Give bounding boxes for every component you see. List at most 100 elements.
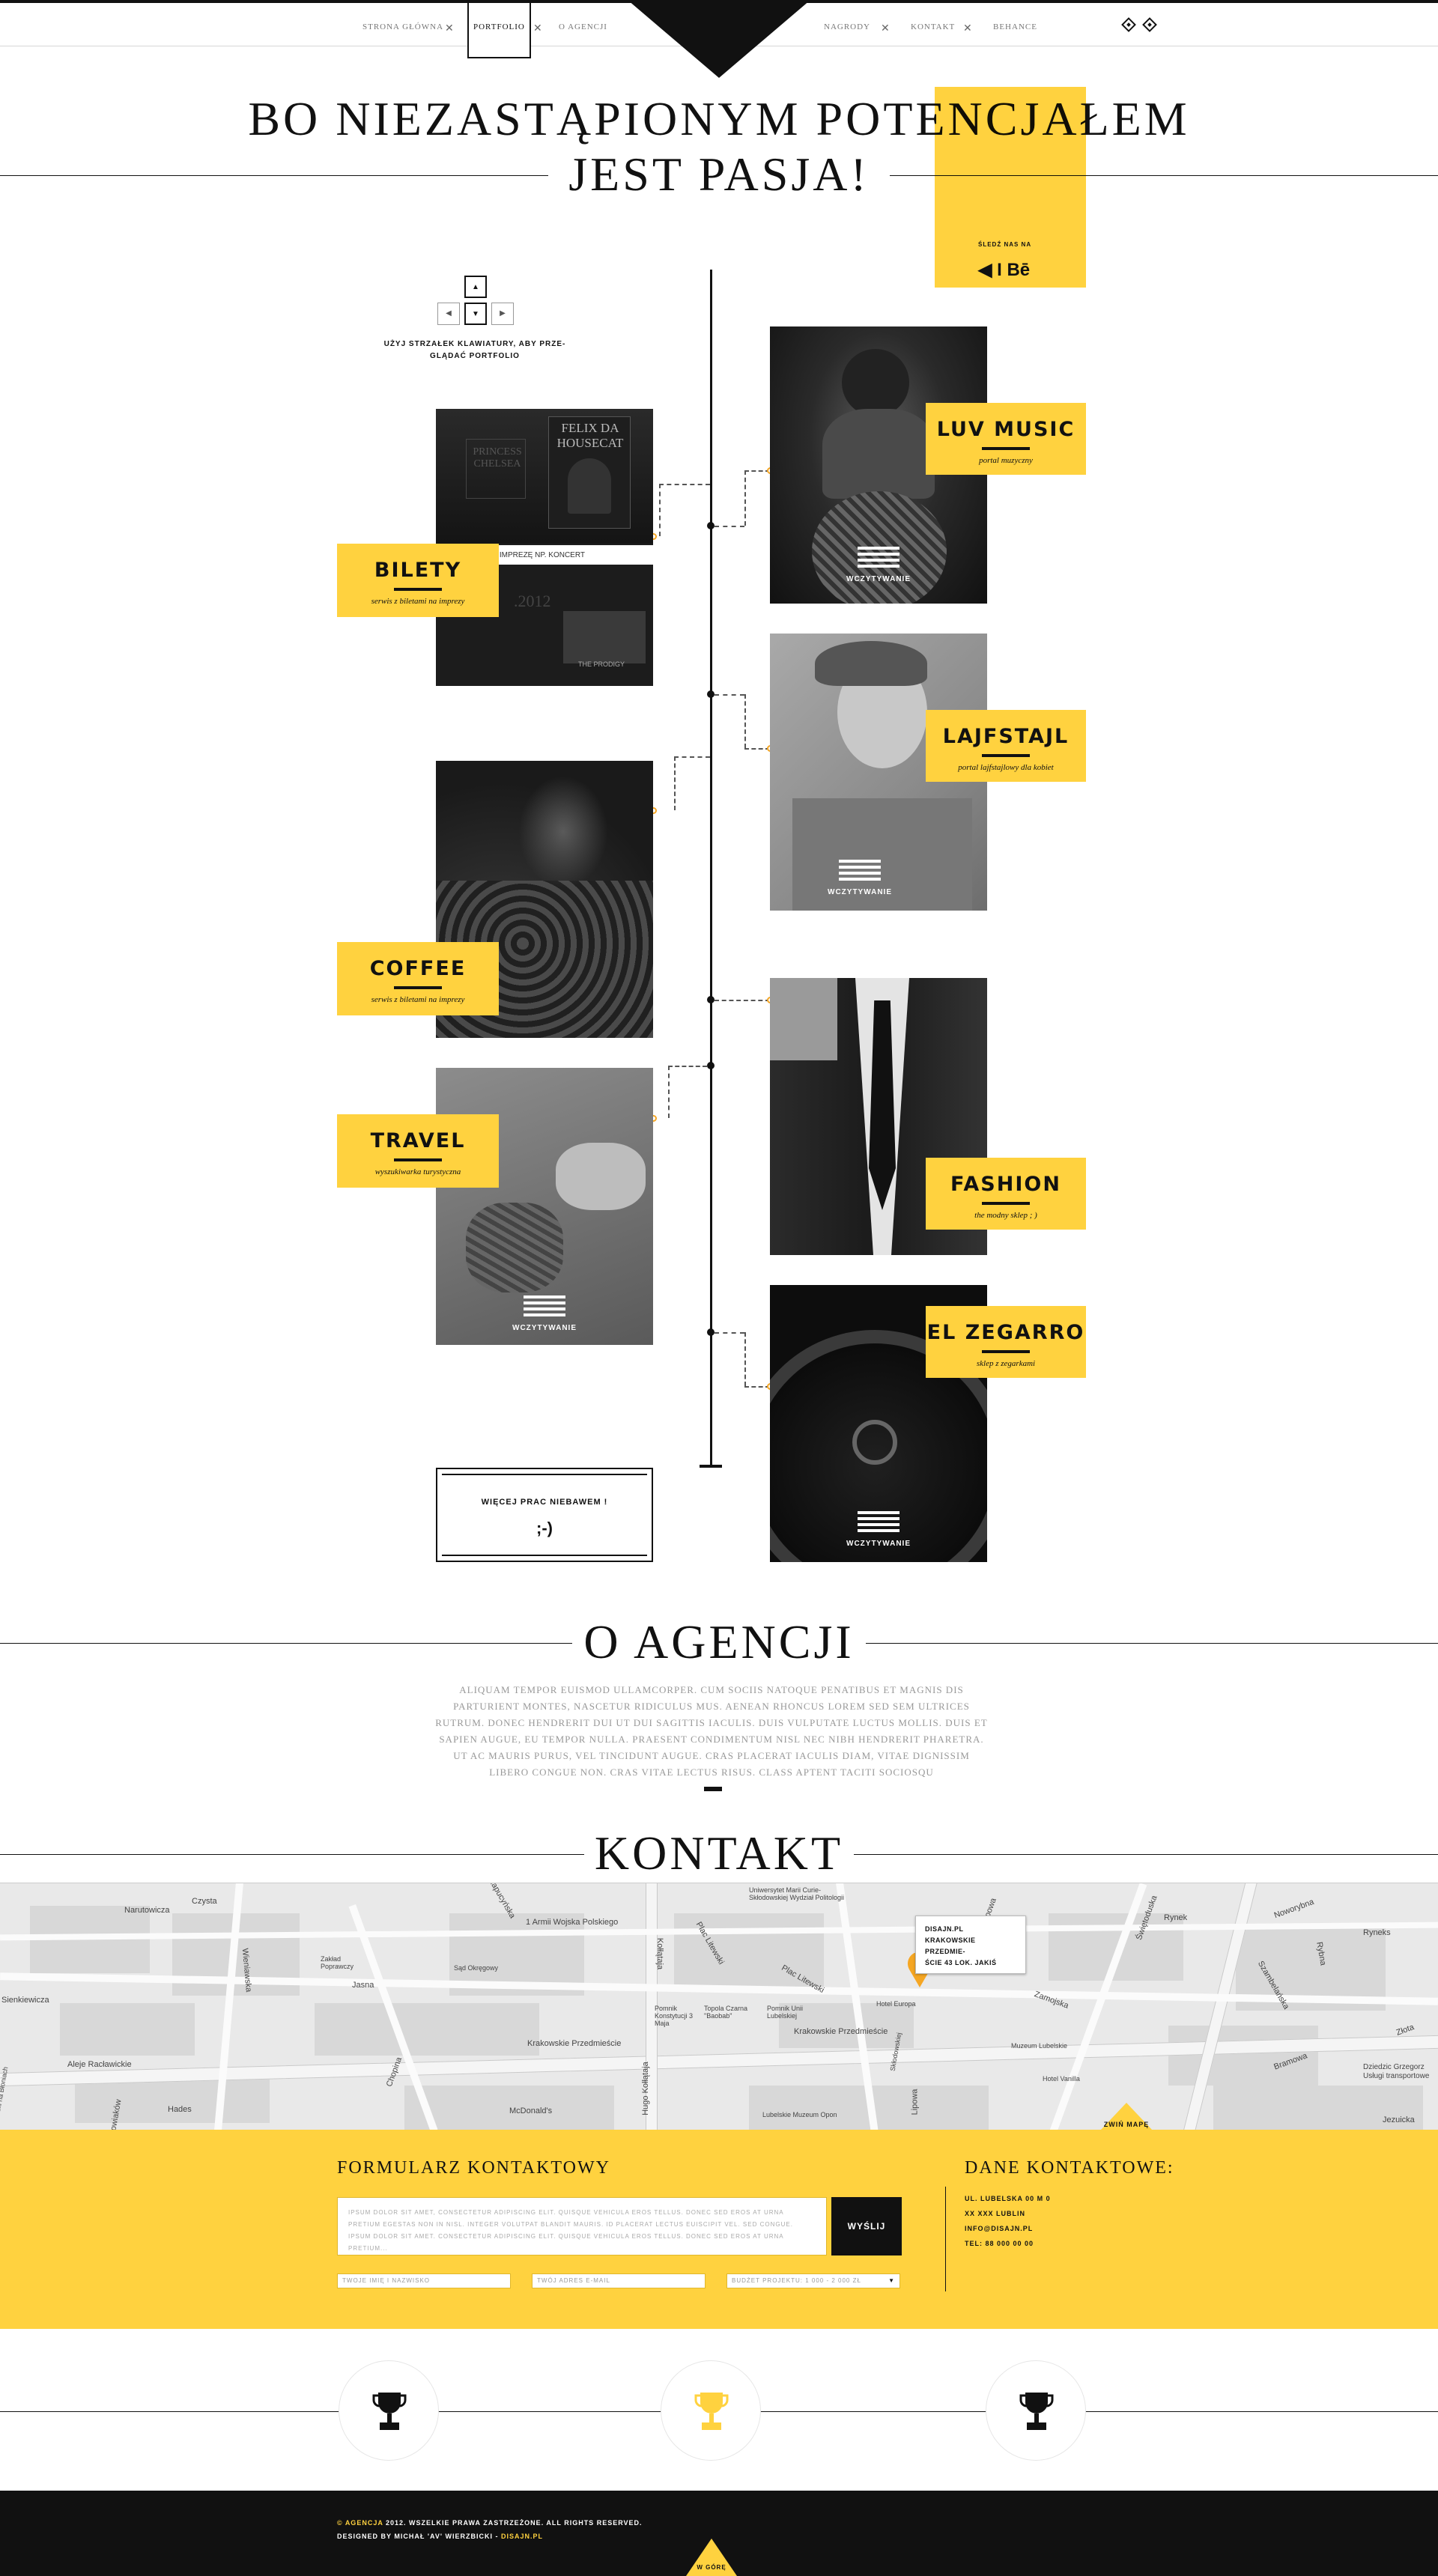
contact-divider — [945, 2187, 946, 2291]
contact-details: UL. LUBELSKA 00 M 0 XX XXX LUBLIN INFO@D… — [965, 2191, 1051, 2251]
portfolio-title: EL ZEGARRO — [926, 1321, 1085, 1344]
portfolio-subtitle: wyszukiwarka turystyczna — [374, 1167, 461, 1176]
back-to-top-label[interactable]: W GÓRĘ — [686, 2564, 737, 2571]
loading-icon — [858, 547, 899, 571]
send-button[interactable]: WYŚLIJ — [831, 2197, 902, 2255]
language-pl-icon[interactable] — [1121, 17, 1136, 32]
connector — [715, 694, 744, 696]
map-label: 1 Armii Wojska Polskiego — [526, 1918, 619, 1927]
map-block — [75, 2078, 270, 2123]
trophy-icon — [372, 2393, 407, 2430]
map-label: Sienkiewicza — [1, 1996, 49, 2005]
timeline-end — [700, 1465, 722, 1468]
label-divider — [982, 447, 1030, 450]
portfolio-subtitle: the modny sklep ; ) — [974, 1211, 1037, 1220]
connector — [674, 756, 710, 758]
message-textarea[interactable]: IPSUM DOLOR SIT AMET, CONSECTETUR ADIPIS… — [337, 2197, 827, 2255]
nav-home[interactable]: STRONA GŁÓWNA — [362, 22, 443, 33]
arrow-up-key-icon[interactable]: ▲ — [464, 276, 487, 298]
map-label: Pomnik Konstytucji 3 Maja — [655, 2005, 694, 2027]
nav-contact[interactable]: KONTAKT — [911, 22, 955, 33]
loading-indicator: WCZYTYWANIE — [834, 1511, 923, 1548]
map-label: Krakowskie Przedmieście — [527, 2039, 622, 2048]
map-label: Czysta — [192, 1897, 217, 1906]
portfolio-label-bilety[interactable]: BILETY serwis z biletami na imprezy — [337, 544, 499, 617]
map-label: Lubelskie Muzeum Opon — [762, 2111, 837, 2118]
map-label: McDonald's — [509, 2106, 553, 2115]
connector — [659, 484, 710, 485]
arrow-down-key-icon[interactable]: ▼ — [464, 303, 487, 325]
footer-agency[interactable]: AGENCJA — [345, 2519, 383, 2527]
portfolio-title: LAJFSTAJL — [942, 725, 1070, 748]
map-block — [315, 2003, 539, 2056]
contact-data-title: DANE KONTAKTOWE: — [965, 2158, 1174, 2178]
travel-hand — [556, 1143, 646, 1210]
nav-portfolio[interactable]: PORTFOLIO — [467, 3, 531, 58]
luv-music-body — [822, 409, 935, 499]
portfolio-title: LUV MUSIC — [936, 418, 1076, 441]
footer-credits: DESIGNED BY MICHAŁ 'AV' WIERZBICKI - DIS… — [337, 2533, 543, 2540]
connector — [744, 470, 746, 526]
email-input[interactable]: TWÓJ ADRES E-MAIL — [532, 2273, 706, 2288]
bilety-prodigy: THE PRODIGY — [578, 660, 625, 668]
portfolio-label-coffee[interactable]: COFFEE serwis z biletami na imprezy — [337, 942, 499, 1015]
map-label: Narutowicza — [124, 1906, 170, 1915]
map-label: Aleje Racławickie — [67, 2060, 132, 2069]
arrow-left-key-icon[interactable]: ◀ — [437, 303, 460, 325]
map[interactable]: Czysta 1 Armii Wojska Polskiego Uniwersy… — [0, 1883, 1438, 2130]
behance-icon[interactable]: ◀ I Bē — [978, 259, 1030, 281]
bilety-year: .2012 — [514, 592, 551, 610]
contact-phone: TEL: 88 000 00 00 — [965, 2240, 1034, 2247]
behance-badge[interactable] — [935, 87, 1086, 288]
award-badge[interactable] — [339, 2360, 439, 2461]
nav-separator-icon: ✕ — [445, 22, 454, 34]
timeline-node — [707, 522, 715, 529]
connector — [744, 1332, 746, 1386]
nav-behance[interactable]: BEHANCE — [993, 22, 1037, 33]
map-label: Pomnik Unii Lubelskiej — [767, 2005, 804, 2020]
budget-value: BUDŻET PROJEKTU: 1 000 - 2 000 ZŁ — [732, 2277, 861, 2284]
map-label: Uniwersytet Marii Curie-Skłodowskiej Wyd… — [749, 1886, 844, 1901]
portfolio-subtitle: serwis z biletami na imprezy — [371, 995, 465, 1004]
portfolio-label-travel[interactable]: TRAVEL wyszukiwarka turystyczna — [337, 1114, 499, 1188]
portfolio-title: FASHION — [950, 1173, 1061, 1196]
name-input[interactable]: TWOJE IMIĘ I NAZWISKO — [337, 2273, 511, 2288]
map-popup-address: ŚCIE 43 LOK. JAKIŚ — [925, 1959, 997, 1966]
nav-awards[interactable]: NAGRODY — [824, 22, 870, 33]
more-works-text: WIĘCEJ PRAC NIEBAWEM ! — [481, 1498, 608, 1507]
timeline-node — [707, 996, 715, 1003]
timeline-node — [707, 690, 715, 698]
chevron-down-icon: ▼ — [888, 2277, 895, 2284]
connector — [715, 1332, 744, 1334]
footer-designed-by: DESIGNED BY MICHAŁ 'AV' WIERZBICKI - — [337, 2533, 501, 2540]
nav-about[interactable]: O AGENCJI — [559, 22, 607, 33]
label-divider — [394, 1158, 442, 1161]
contact-email[interactable]: INFO@DISAJN.PL — [965, 2221, 1051, 2236]
portfolio-label-luv-music[interactable]: LUV MUSIC portal muzyczny — [926, 403, 1086, 475]
award-badge[interactable] — [986, 2360, 1086, 2461]
budget-select[interactable]: BUDŻET PROJEKTU: 1 000 - 2 000 ZŁ ▼ — [726, 2273, 900, 2288]
nav-separator-icon: ✕ — [963, 22, 972, 34]
about-text: ALIQUAM TEMPOR EUISMOD ULLAMCORPER. CUM … — [435, 1684, 988, 1778]
arrow-right-key-icon[interactable]: ▶ — [491, 303, 514, 325]
footer-rights: 2012. WSZELKIE PRAWA ZASTRZEŻONE. ALL RI… — [383, 2519, 643, 2527]
language-en-icon[interactable] — [1142, 17, 1157, 32]
hide-map-label[interactable]: ZWIŃ MAPĘ — [1101, 2121, 1152, 2129]
portfolio-card-travel[interactable]: WCZYTYWANIE — [436, 1068, 653, 1345]
watch-subdial — [852, 1420, 897, 1465]
timeline-node — [707, 1062, 715, 1069]
map-label: Ryneks — [1363, 1928, 1391, 1937]
portfolio-label-el-zegarro[interactable]: EL ZEGARRO sklep z zegarkami — [926, 1306, 1086, 1378]
logo-triangle[interactable] — [628, 0, 810, 78]
travel-rope — [466, 1203, 563, 1292]
footer-site-link[interactable]: DISAJN.PL — [501, 2533, 543, 2540]
portfolio-title: TRAVEL — [370, 1129, 466, 1152]
award-badge[interactable] — [661, 2360, 761, 2461]
portfolio-label-fashion[interactable]: FASHION the modny sklep ; ) — [926, 1158, 1086, 1230]
loading-label: WCZYTYWANIE — [846, 1540, 911, 1548]
map-label: Muzeum Lubelskie — [1011, 2042, 1068, 2050]
loading-label: WCZYTYWANIE — [828, 888, 892, 896]
portfolio-subtitle: sklep z zegarkami — [976, 1359, 1036, 1368]
portfolio-label-lajfstajl[interactable]: LAJFSTAJL portal lajfstajlowy dla kobiet — [926, 710, 1086, 782]
loading-indicator: WCZYTYWANIE — [815, 860, 905, 896]
